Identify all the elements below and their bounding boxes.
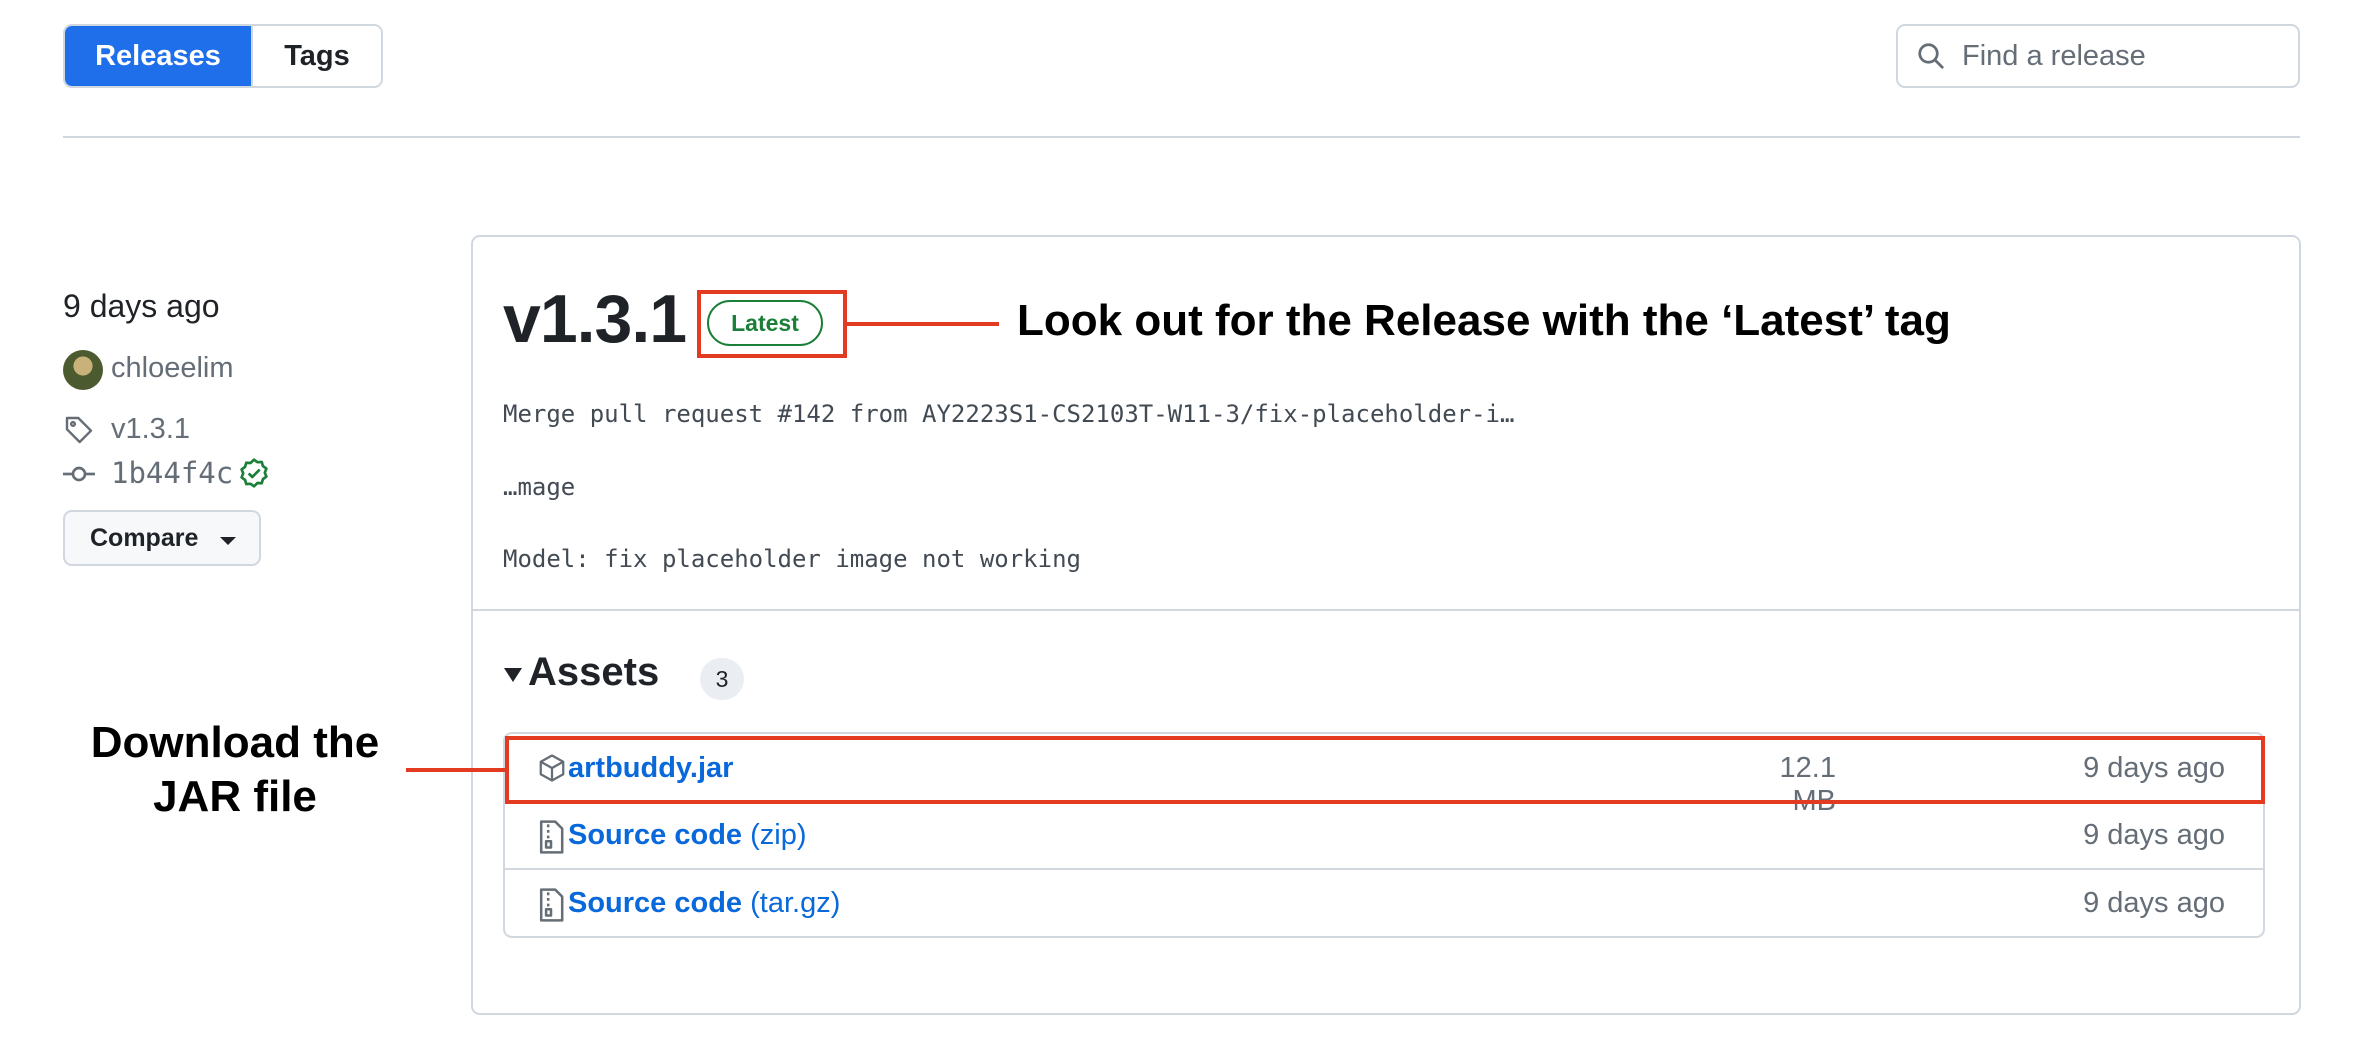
avatar[interactable] bbox=[63, 350, 103, 390]
release-author-link[interactable]: chloeelim bbox=[111, 352, 234, 385]
latest-highlight-box bbox=[697, 290, 847, 358]
asset-date: 9 days ago bbox=[2083, 819, 2225, 851]
git-commit-icon bbox=[63, 466, 95, 482]
file-zip-icon bbox=[539, 820, 564, 854]
release-notes-line-1: Merge pull request #142 from AY2223S1-CS… bbox=[503, 400, 1515, 428]
download-annotation-line-2: JAR file bbox=[153, 772, 317, 821]
releases-tags-toggle: Releases Tags bbox=[63, 24, 383, 88]
triangle-down-icon[interactable] bbox=[504, 668, 522, 682]
download-annotation-line-1: Download the bbox=[90, 718, 380, 767]
jar-callout-line bbox=[406, 768, 506, 772]
asset-suffix-text: (zip) bbox=[750, 819, 807, 851]
latest-callout-line bbox=[847, 322, 999, 326]
assets-toggle[interactable]: Assets bbox=[528, 650, 659, 695]
jar-highlight-box bbox=[505, 736, 2265, 804]
search-icon bbox=[1918, 43, 1944, 69]
release-notes-line-2: …mage bbox=[503, 473, 576, 501]
tab-tags[interactable]: Tags bbox=[251, 26, 381, 86]
file-zip-icon bbox=[539, 888, 564, 922]
asset-name-text: Source code bbox=[568, 887, 743, 919]
asset-date: 9 days ago bbox=[2083, 887, 2225, 919]
asset-suffix-text: (tar.gz) bbox=[750, 887, 841, 919]
release-tag-link[interactable]: v1.3.1 bbox=[111, 413, 190, 446]
compare-dropdown-button[interactable]: Compare bbox=[63, 510, 261, 566]
commit-hash-link[interactable]: 1b44f4c bbox=[111, 456, 233, 490]
asset-name-text: Source code bbox=[568, 819, 743, 851]
download-annotation-text: Download the JAR file bbox=[70, 716, 400, 824]
release-version-title[interactable]: v1.3.1 bbox=[503, 280, 687, 358]
chevron-down-icon bbox=[220, 537, 237, 545]
latest-annotation-text: Look out for the Release with the ‘Lates… bbox=[1017, 296, 1951, 345]
assets-count-badge: 3 bbox=[700, 658, 744, 700]
card-divider bbox=[473, 609, 2299, 611]
tab-releases[interactable]: Releases bbox=[65, 26, 251, 86]
find-release-search[interactable] bbox=[1896, 24, 2300, 88]
tag-icon bbox=[65, 416, 93, 444]
release-notes-line-3: Model: fix placeholder image not working bbox=[503, 545, 1081, 573]
asset-link-source-tar[interactable]: Source code (tar.gz) bbox=[568, 887, 840, 920]
compare-label: Compare bbox=[90, 523, 199, 552]
search-input[interactable] bbox=[1960, 38, 2284, 74]
verified-check-icon[interactable] bbox=[238, 457, 270, 489]
release-date: 9 days ago bbox=[63, 288, 220, 324]
asset-link-source-zip[interactable]: Source code (zip) bbox=[568, 819, 807, 852]
header-divider bbox=[63, 136, 2300, 138]
